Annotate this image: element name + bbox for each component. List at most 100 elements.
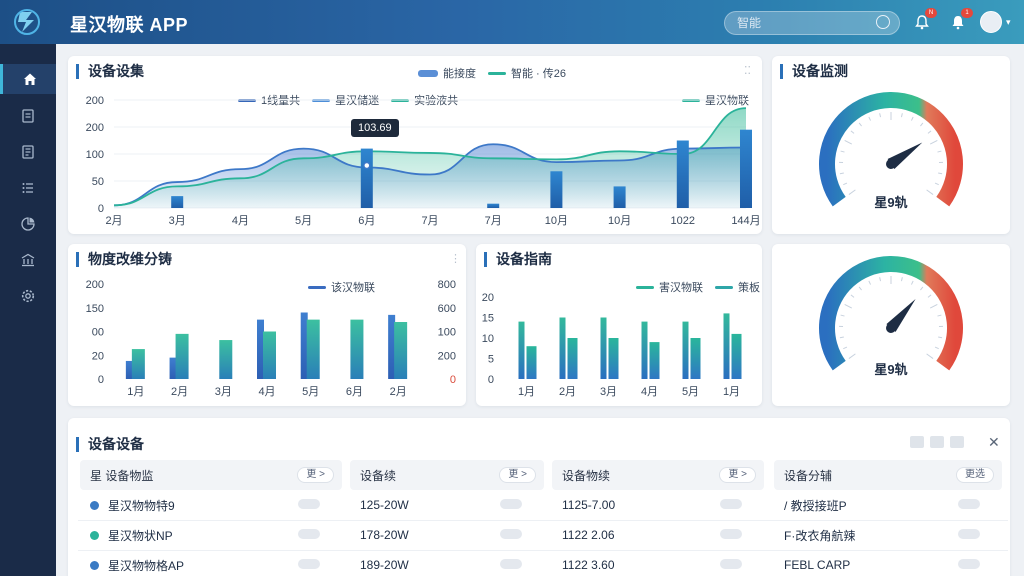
- y-tick-label: 5: [488, 354, 494, 366]
- gauge-chart: [819, 256, 963, 371]
- building-icon: [21, 253, 35, 267]
- gauge-tick: [910, 116, 914, 121]
- x-tick-label: 3月: [600, 386, 617, 398]
- y2-tick-label: 600: [438, 303, 456, 315]
- column-header[interactable]: 设备续 更 >: [350, 460, 544, 490]
- bar: [257, 319, 264, 379]
- column-sort-button[interactable]: 更 >: [297, 467, 334, 483]
- x-tick-label: 4月: [641, 386, 658, 398]
- toggle-pill[interactable]: [500, 559, 522, 569]
- table-cell[interactable]: 1125-7.00: [562, 490, 764, 520]
- chevron-down-icon[interactable]: ▾: [1006, 17, 1011, 28]
- bar-chart-card-mid: 设备指南 害汉物联 策板 20 15 10 5 0 1月 2月 3月 4月 5月 1月: [476, 244, 762, 406]
- gauge-tick: [850, 130, 855, 134]
- y2-tick-label: 100: [438, 327, 456, 339]
- toggle-pill[interactable]: [720, 529, 742, 539]
- x-tick-label: 4月: [258, 386, 275, 398]
- table-cell-text: 星汉物物格AP: [108, 558, 185, 573]
- bar: [682, 321, 689, 379]
- bar: [360, 148, 373, 208]
- sidebar-item-documents[interactable]: [0, 101, 56, 131]
- window-icon[interactable]: [950, 436, 964, 448]
- close-icon[interactable]: ✕: [988, 434, 1000, 451]
- toggle-pill[interactable]: [720, 559, 742, 569]
- table-cell[interactable]: 星汉物状NP: [90, 520, 342, 550]
- column-sort-button[interactable]: 更选: [956, 467, 994, 483]
- toggle-pill[interactable]: [298, 559, 320, 569]
- sidebar-item-home[interactable]: [0, 64, 56, 94]
- toggle-pill[interactable]: [500, 529, 522, 539]
- toggle-pill[interactable]: [958, 529, 980, 539]
- gauge-tick: [843, 182, 848, 186]
- gauge-tick: [843, 346, 848, 350]
- folder-icon[interactable]: [930, 436, 944, 448]
- gauge-tick: [848, 353, 856, 359]
- column-sort-button[interactable]: 更 >: [499, 467, 536, 483]
- home-icon: [23, 73, 36, 85]
- gauge-tick: [850, 294, 855, 298]
- y-tick-label: 0: [98, 374, 104, 386]
- gauge-card-top: 设备监测 星9轨: [772, 56, 1010, 234]
- cloud-icon[interactable]: [910, 436, 924, 448]
- gauge-tick: [927, 130, 932, 134]
- chart-pie-icon: [21, 217, 35, 231]
- list-icon: [22, 183, 33, 193]
- sidebar-item-reports[interactable]: [0, 137, 56, 167]
- sidebar-item-analytics[interactable]: [0, 209, 56, 239]
- x-tick-label: 2月: [171, 386, 188, 398]
- app-header: 星汉物联 APP N 1 ▾: [0, 0, 1024, 44]
- table-cell-text: 1122 3.60: [562, 558, 615, 572]
- column-header-label: 设备分辅: [784, 468, 833, 483]
- table-cell[interactable]: FEBL CARP: [784, 550, 1002, 576]
- device-trend-card: 设备设集 能接度 智能 · 传26 ⁚⁚ 1线量共 星汉储迷 实验液共 星汉物联…: [68, 56, 762, 234]
- gauge-tick: [844, 303, 853, 309]
- table-cell[interactable]: 189-20W: [360, 550, 544, 576]
- table-cell[interactable]: 1122 3.60: [562, 550, 764, 576]
- bar: [125, 360, 133, 379]
- sidebar-item-settings[interactable]: [0, 281, 56, 311]
- bar: [300, 312, 308, 379]
- x-tick-label: 1月: [518, 386, 535, 398]
- table-cell[interactable]: 星汉物物格AP: [90, 550, 342, 576]
- table-cell-text: 1125-7.00: [562, 498, 616, 512]
- table-cell[interactable]: 125-20W: [360, 490, 544, 520]
- x-tick-label: 3月: [169, 215, 186, 227]
- search-input[interactable]: [724, 11, 900, 35]
- bar: [690, 338, 701, 379]
- toggle-pill[interactable]: [500, 499, 522, 509]
- status-dot: [90, 560, 99, 570]
- sidebar-item-facilities[interactable]: [0, 245, 56, 275]
- y2-tick-label: 200: [438, 350, 456, 362]
- table-cell-text: / 教授接班P: [784, 498, 847, 513]
- toggle-pill[interactable]: [958, 499, 980, 509]
- toggle-pill[interactable]: [298, 499, 320, 509]
- search-icon[interactable]: [876, 15, 890, 29]
- table-cell-text: 189-20W: [360, 558, 409, 572]
- table-cell[interactable]: 1122 2.06: [562, 520, 764, 550]
- gauge-value-label: 星9轨: [874, 362, 908, 377]
- toggle-pill[interactable]: [958, 559, 980, 569]
- y-tick-label: 0: [488, 374, 494, 386]
- column-sort-button[interactable]: 更 >: [719, 467, 756, 483]
- table-cell-text: 星汉物物特9: [108, 498, 175, 513]
- toggle-pill[interactable]: [298, 529, 320, 539]
- bar: [219, 340, 233, 379]
- bar: [740, 129, 752, 208]
- y2-tick-label: 800: [438, 279, 456, 291]
- bar: [388, 314, 396, 379]
- table-cell[interactable]: 星汉物物特9: [90, 490, 342, 520]
- y-tick-label: 50: [92, 176, 104, 188]
- gauge-tick: [929, 303, 938, 309]
- toggle-pill[interactable]: [720, 499, 742, 509]
- avatar[interactable]: [980, 11, 1002, 33]
- table-cell[interactable]: 178-20W: [360, 520, 544, 550]
- table-cell[interactable]: F·改衣角航辣: [784, 520, 1002, 550]
- bar: [263, 331, 276, 379]
- column-header[interactable]: 设备分辅 更选: [774, 460, 1002, 490]
- sidebar-item-list[interactable]: [0, 173, 56, 203]
- column-header[interactable]: 设备物续 更 >: [552, 460, 764, 490]
- y-tick-label: 200: [86, 122, 104, 134]
- table-cell[interactable]: / 教授接班P: [784, 490, 1002, 520]
- table-cell-text: 1122 2.06: [562, 528, 615, 542]
- column-header[interactable]: 星 设备物监 更 >: [80, 460, 342, 490]
